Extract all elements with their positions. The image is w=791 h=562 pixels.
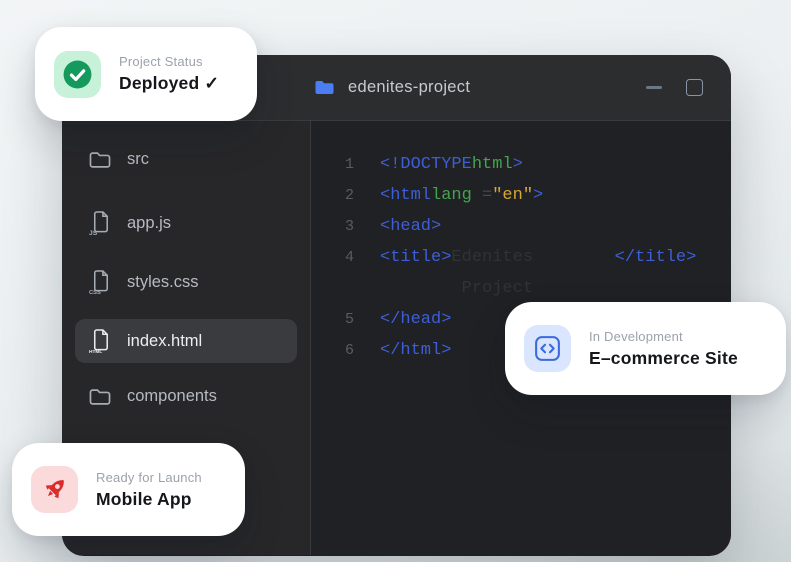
rocket-icon (31, 466, 78, 513)
line-number: 3 (345, 218, 367, 235)
file-label: styles.css (127, 273, 199, 292)
project-folder-icon (314, 79, 335, 96)
maximize-button[interactable] (686, 79, 703, 96)
window-title: edenites-project (348, 78, 470, 97)
code-line: 1 <!DOCTYPEhtml> (345, 149, 731, 180)
file-label: components (127, 387, 217, 406)
card-title: Mobile App (96, 489, 202, 510)
code-icon (524, 325, 571, 372)
status-card-ecommerce: In Development E–commerce Site (505, 302, 786, 395)
line-number: 6 (345, 342, 367, 359)
css-file-icon: CSS (88, 269, 112, 295)
js-file-icon: JS (88, 210, 112, 236)
sidebar-item-src[interactable]: src (75, 141, 297, 178)
svg-text:CSS: CSS (89, 290, 101, 295)
minimize-button[interactable] (646, 86, 662, 89)
folder-icon (88, 151, 112, 169)
line-number: 5 (345, 311, 367, 328)
sidebar-item-appjs[interactable]: JS app.js (75, 201, 297, 245)
file-label: app.js (127, 214, 171, 233)
svg-text:HTML: HTML (89, 349, 102, 354)
code-line: 3 <head> (345, 211, 731, 242)
card-label: Project Status (119, 54, 219, 69)
svg-text:JS: JS (89, 230, 98, 236)
sidebar-item-indexhtml[interactable]: HTML index.html (75, 319, 297, 363)
ghost-typing-text: Edenites (451, 248, 614, 267)
line-number: 2 (345, 187, 367, 204)
code-line: 4 <title>Edenites </title> (345, 242, 731, 273)
line-number: 4 (345, 249, 367, 266)
status-card-deployed: Project Status Deployed ✓ (35, 27, 257, 121)
check-icon (54, 51, 101, 98)
folder-icon (88, 388, 112, 406)
sidebar-item-components[interactable]: components (75, 378, 297, 415)
file-label: index.html (127, 332, 202, 351)
code-line: 2 <htmllang ="en"> (345, 180, 731, 211)
code-line: Project (345, 273, 731, 304)
line-number: 1 (345, 156, 367, 173)
status-card-mobile: Ready for Launch Mobile App (12, 443, 245, 536)
html-file-icon: HTML (88, 328, 112, 354)
card-label: Ready for Launch (96, 470, 202, 485)
sidebar-item-stylescss[interactable]: CSS styles.css (75, 260, 297, 304)
card-label: In Development (589, 329, 738, 344)
card-title: Deployed ✓ (119, 73, 219, 94)
file-label: src (127, 150, 149, 169)
ghost-typing-text: Project (380, 279, 533, 298)
card-title: E–commerce Site (589, 348, 738, 369)
